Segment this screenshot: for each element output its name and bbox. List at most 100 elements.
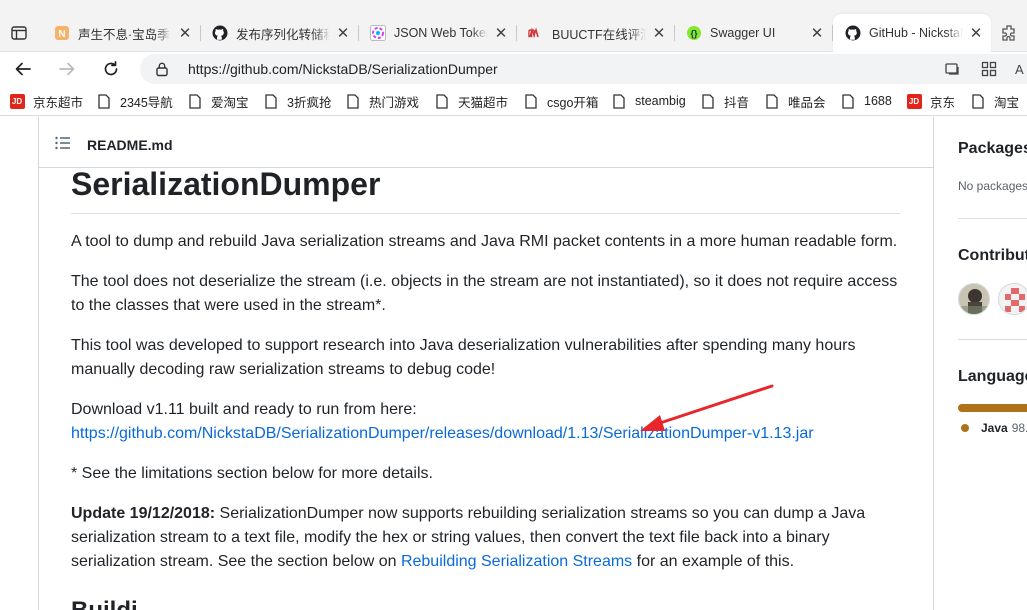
- jwt-icon: [370, 25, 386, 41]
- back-icon[interactable]: [9, 55, 37, 83]
- annotation-arrow: [640, 384, 774, 431]
- bookmark-label: steambig: [635, 94, 686, 108]
- bookmark-label: 京东超市: [33, 95, 84, 110]
- close-icon[interactable]: ✕: [650, 24, 668, 42]
- bookmark-label: 天猫超市: [458, 95, 509, 110]
- svg-text:A: A: [1015, 62, 1024, 77]
- close-icon[interactable]: ✕: [176, 24, 194, 42]
- tab-0[interactable]: N 声生不息·宝岛季 ✕: [42, 18, 201, 48]
- readme-title: SerializationDumper: [71, 166, 381, 202]
- extension-icon[interactable]: [995, 20, 1023, 46]
- bookmark-item[interactable]: 1688: [840, 91, 892, 111]
- language-percent: 98.4: [1011, 421, 1027, 435]
- paragraph-motivation: This tool was developed to support resea…: [71, 337, 856, 378]
- page-icon: [523, 93, 539, 109]
- bookmark-label: 淘宝: [994, 95, 1020, 110]
- language-name: Java: [981, 421, 1008, 435]
- packages-heading[interactable]: Packages: [958, 140, 1027, 158]
- bookmark-item[interactable]: 爱淘宝: [187, 91, 249, 111]
- page-icon: [434, 93, 450, 109]
- bookmark-label: csgo开箱: [547, 95, 599, 110]
- tab-title: Swagger UI: [710, 26, 776, 40]
- tab-title: BUUCTF在线评测: [552, 27, 646, 42]
- read-aloud-icon[interactable]: A: [1012, 60, 1027, 78]
- tab-3[interactable]: ᗰ BUUCTF在线评测 ✕: [516, 18, 675, 48]
- jd-icon: JD: [9, 93, 25, 109]
- paragraph-limitations: * See the limitations section below for …: [71, 465, 433, 482]
- readme-header: README.md: [39, 117, 933, 168]
- tab-1[interactable]: 发布序列化转储程 ✕: [200, 18, 359, 48]
- svg-text:N: N: [58, 29, 65, 40]
- language-item-java[interactable]: Java 98.4: [958, 421, 1027, 435]
- close-icon[interactable]: ✕: [492, 24, 510, 42]
- packages-empty-text: No packages: [958, 179, 1027, 193]
- bookmark-label: 唯品会: [788, 95, 826, 110]
- page-icon: [263, 93, 279, 109]
- sidebar-divider: [958, 339, 1027, 340]
- rebuilding-link[interactable]: Rebuilding Serialization Streams: [401, 553, 632, 570]
- language-dot: [961, 424, 969, 432]
- apps-icon[interactable]: [980, 60, 998, 78]
- close-icon[interactable]: ✕: [334, 24, 352, 42]
- github-icon: [845, 25, 861, 41]
- languages-heading: Language: [958, 368, 1027, 385]
- next-section-heading: Buildi: [71, 597, 138, 610]
- tab-actions-icon[interactable]: [6, 22, 32, 44]
- bookmark-item[interactable]: 天猫超市: [434, 91, 508, 111]
- tab-title: GitHub - NickstaD: [869, 26, 963, 40]
- bookmark-item[interactable]: 唯品会: [764, 91, 826, 111]
- bookmark-item[interactable]: 2345导航: [96, 91, 173, 111]
- tab-2[interactable]: JSON Web Token ✕: [358, 18, 517, 48]
- bookmark-item[interactable]: 抖音: [700, 91, 749, 111]
- bookmarks-bar: JD 京东超市 2345导航 爱淘宝 3折疯抢 热门游戏 天猫超市 csgo开箱…: [0, 86, 1027, 116]
- reload-icon[interactable]: [97, 55, 125, 83]
- bookmark-label: 抖音: [724, 95, 750, 110]
- url-text[interactable]: https://github.com/NickstaDB/Serializati…: [188, 61, 498, 77]
- update-text-b: for an example of this.: [632, 553, 795, 570]
- reading-view-icon[interactable]: [944, 60, 962, 78]
- lock-icon[interactable]: [154, 61, 170, 77]
- page-icon: [187, 93, 203, 109]
- forward-icon[interactable]: [53, 55, 81, 83]
- close-icon[interactable]: ✕: [967, 24, 985, 42]
- bookmark-label: 2345导航: [120, 95, 173, 110]
- buuctf-icon: ᗰ: [528, 25, 544, 41]
- update-label: Update 19/12/2018:: [71, 505, 216, 522]
- language-bar: [958, 404, 1027, 412]
- close-icon[interactable]: ✕: [808, 24, 826, 42]
- swagger-icon: {}: [686, 25, 702, 41]
- page-icon: [96, 93, 112, 109]
- bookmark-label: 热门游戏: [369, 95, 420, 110]
- github-icon: [212, 25, 228, 41]
- paragraph-deserialize: The tool does not deserialize the stream…: [71, 273, 898, 314]
- tab-4[interactable]: {} Swagger UI ✕: [674, 18, 833, 48]
- contributors-heading[interactable]: Contribut: [958, 247, 1027, 265]
- bookmark-item[interactable]: 3折疯抢: [263, 91, 331, 111]
- paragraph-intro: A tool to dump and rebuild Java serializ…: [71, 233, 898, 250]
- bookmark-label: 1688: [864, 94, 892, 108]
- bookmark-item[interactable]: 热门游戏: [345, 91, 419, 111]
- sidebar-divider: [958, 218, 1027, 219]
- download-text: Download v1.11 built and ready to run fr…: [71, 401, 417, 418]
- bookmark-item[interactable]: JD 京东: [906, 91, 955, 111]
- tab-strip: N 声生不息·宝岛季 ✕ 发布序列化转储程 ✕ JSON Web Token ✕…: [0, 0, 1027, 52]
- page-icon: [764, 93, 780, 109]
- bookmark-item[interactable]: csgo开箱: [523, 91, 598, 111]
- tab-title: 发布序列化转储程: [236, 27, 330, 42]
- jd-icon: JD: [906, 93, 922, 109]
- bookmark-item[interactable]: JD 京东超市: [9, 91, 83, 111]
- bookmark-item[interactable]: steambig: [611, 91, 686, 111]
- avatar[interactable]: [998, 283, 1027, 315]
- paragraph-update: Update 19/12/2018: SerializationDumper n…: [71, 502, 901, 574]
- readme-filename[interactable]: README.md: [87, 137, 173, 153]
- avatar[interactable]: [958, 283, 990, 315]
- tab-active[interactable]: GitHub - NickstaD ✕: [833, 14, 991, 52]
- tab-title: 声生不息·宝岛季: [78, 27, 170, 42]
- page-icon: [840, 93, 856, 109]
- page-icon: [700, 93, 716, 109]
- bilibili-like-icon: N: [54, 25, 70, 41]
- address-toolbar: https://github.com/NickstaDB/Serializati…: [0, 52, 1027, 86]
- address-bar[interactable]: https://github.com/NickstaDB/Serializati…: [140, 54, 1027, 84]
- outline-list-icon[interactable]: [55, 136, 71, 150]
- bookmark-item[interactable]: 淘宝: [970, 91, 1019, 111]
